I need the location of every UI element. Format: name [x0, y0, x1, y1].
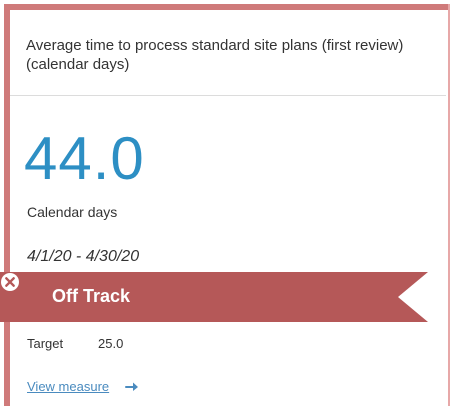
measure-panel: Average time to process standard site pl… — [0, 0, 456, 409]
card-edge — [448, 4, 450, 406]
status-ribbon: Off Track — [0, 272, 428, 322]
measure-period: 4/1/20 - 4/30/20 — [27, 248, 140, 265]
title-divider — [10, 95, 446, 96]
measure-value: 44.0 — [24, 125, 145, 192]
x-circle-icon — [1, 273, 19, 291]
measure-title: Average time to process standard site pl… — [26, 37, 404, 73]
target-value: 25.0 — [98, 336, 124, 351]
target-label: Target — [27, 336, 64, 351]
view-measure-link[interactable]: View measure — [27, 379, 109, 394]
measure-unit: Calendar days — [27, 204, 118, 220]
arrow-right-icon[interactable] — [125, 380, 139, 392]
status-label: Off Track — [52, 286, 131, 306]
